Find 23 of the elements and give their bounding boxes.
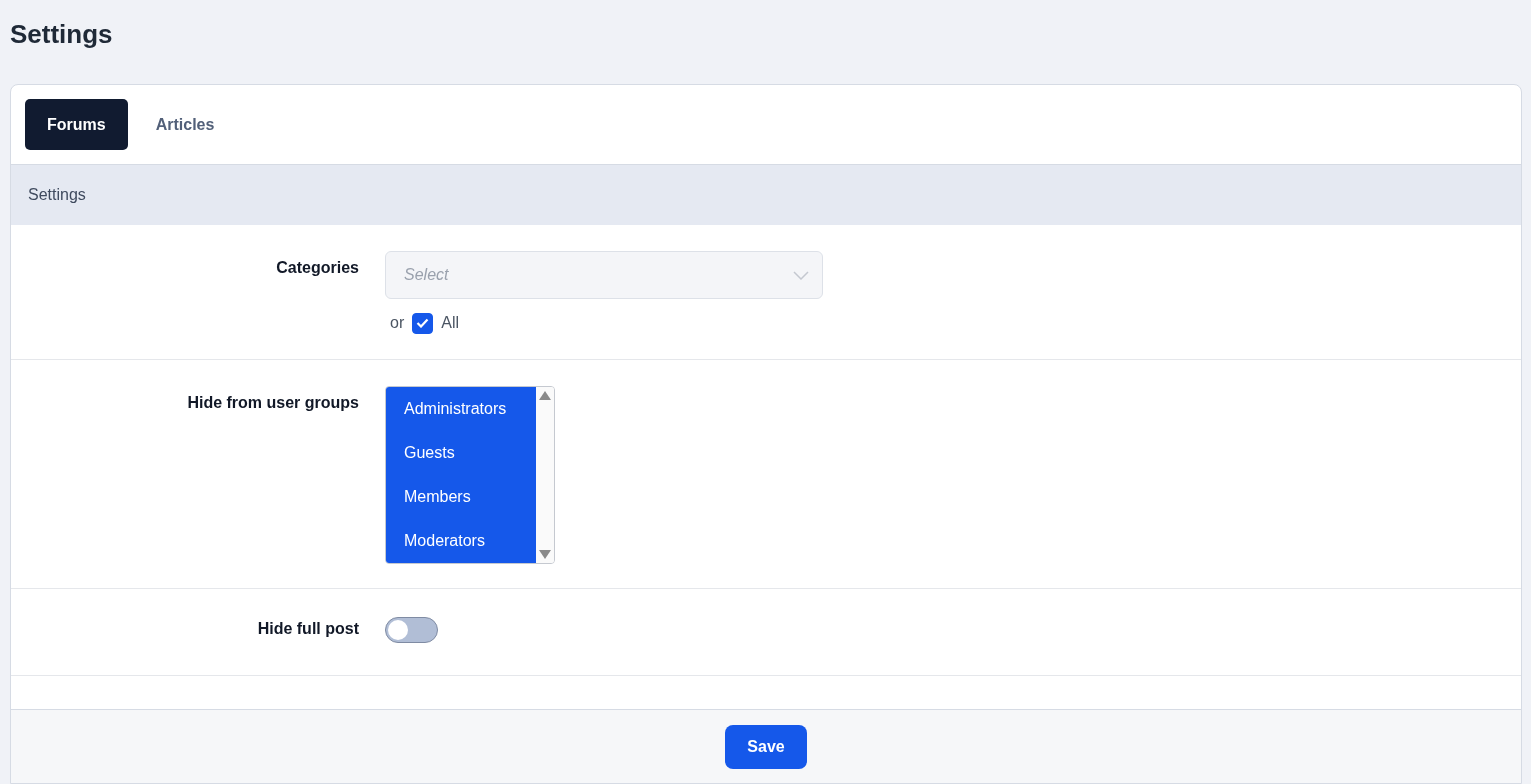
select-field[interactable]: Select <box>385 251 823 299</box>
field-label: Hide full post <box>256 619 359 639</box>
or-text: or <box>390 313 405 333</box>
page-title: Settings <box>10 18 114 50</box>
scroll-up-icon[interactable] <box>539 391 551 400</box>
section-header: Settings <box>11 165 1521 225</box>
listbox-option[interactable]: Members <box>386 475 536 519</box>
save-button[interactable]: Save <box>725 724 807 769</box>
scrollbar[interactable] <box>536 387 554 563</box>
check-icon <box>416 318 430 328</box>
checkbox-label: All <box>441 313 459 333</box>
scroll-down-icon[interactable] <box>539 550 551 559</box>
chevron-down-icon <box>793 271 809 280</box>
listbox-option[interactable]: Administrators <box>386 387 536 431</box>
toggle-switch[interactable] <box>385 617 438 643</box>
listbox-option[interactable]: Moderators <box>386 519 536 563</box>
field-label: Hide from user groups <box>186 393 359 413</box>
user-group-listbox[interactable]: Administrators Guests Members Moderators <box>385 386 555 564</box>
tab[interactable]: Forums <box>25 99 128 150</box>
checkbox[interactable] <box>412 312 434 334</box>
tab[interactable]: Articles <box>133 99 237 150</box>
field-label: Categories <box>275 258 359 278</box>
listbox-option[interactable]: Guests <box>386 431 536 475</box>
